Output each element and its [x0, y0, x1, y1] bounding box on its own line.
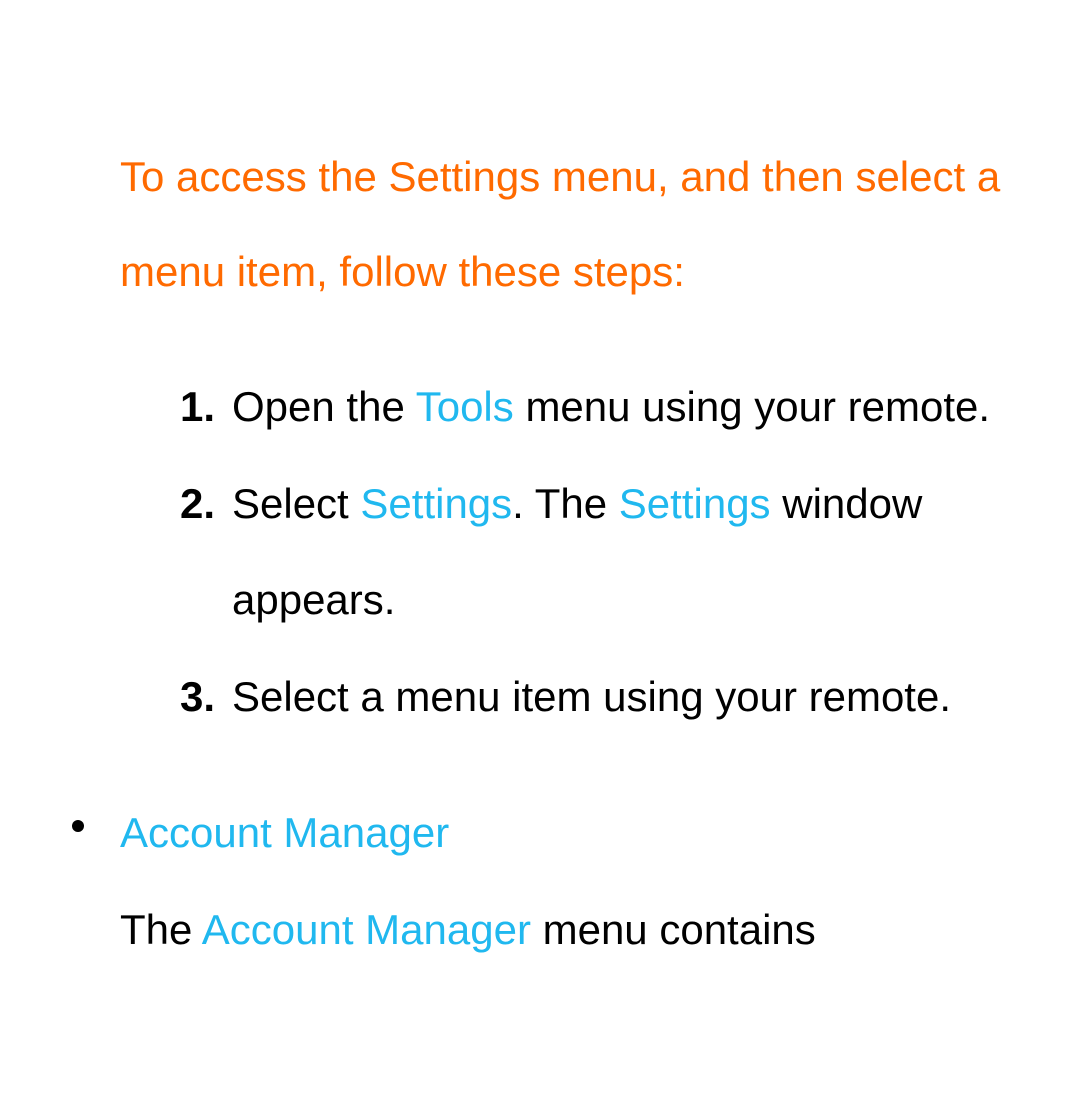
step-item-2: Select Settings. The Settings window app…	[180, 456, 1050, 649]
step-2-text-mid: . The	[512, 480, 619, 527]
document-page: To access the Settings menu, and then se…	[0, 0, 1080, 1104]
bullet-body-highlight: Account Manager	[202, 906, 531, 953]
bullet-title-account-manager: Account Manager	[120, 785, 1050, 882]
bullet-item-account-manager: Account Manager The Account Manager menu…	[120, 785, 1050, 978]
step-item-1: Open the Tools menu using your remote.	[180, 359, 1050, 456]
step-1-text-post: menu using your remote.	[514, 383, 990, 430]
step-1-highlight-tools: Tools	[416, 383, 514, 430]
bullet-body-pre: The	[120, 906, 202, 953]
step-3-text: Select a menu item using your remote.	[232, 673, 951, 720]
steps-list: Open the Tools menu using your remote. S…	[120, 359, 1050, 745]
step-1-text-pre: Open the	[232, 383, 416, 430]
step-item-3: Select a menu item using your remote.	[180, 649, 1050, 746]
step-2-text-pre: Select	[232, 480, 360, 527]
step-2-highlight-settings-1: Settings	[360, 480, 512, 527]
step-2-highlight-settings-2: Settings	[619, 480, 771, 527]
intro-paragraph: To access the Settings menu, and then se…	[120, 130, 1050, 319]
bullet-list: Account Manager The Account Manager menu…	[120, 785, 1050, 978]
bullet-body-post: menu contains	[531, 906, 816, 953]
bullet-dot-icon	[72, 820, 84, 832]
bullet-body: The Account Manager menu contains	[120, 882, 1050, 979]
